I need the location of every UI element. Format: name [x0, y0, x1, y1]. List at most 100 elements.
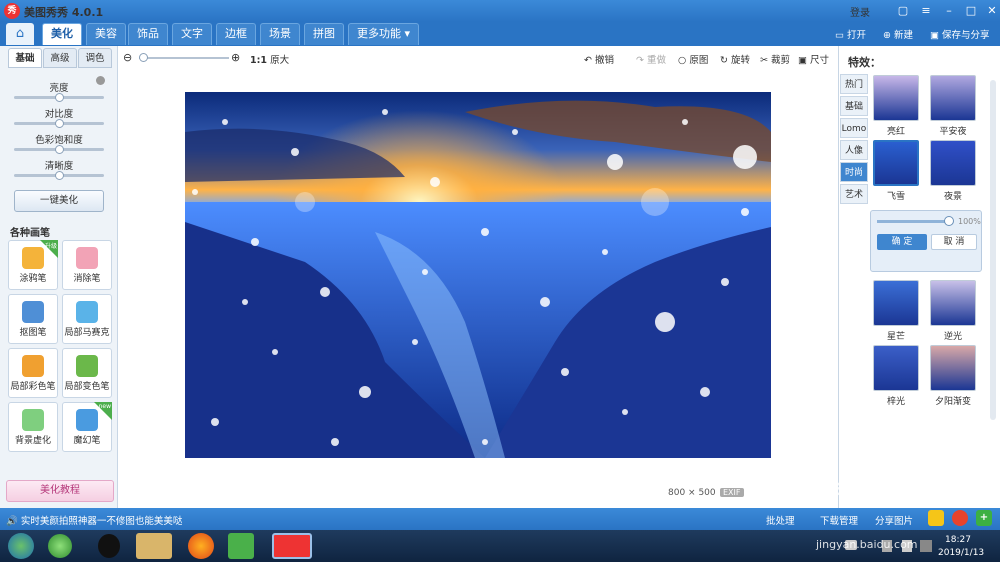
browser-icon[interactable]: [48, 534, 72, 558]
tool-2[interactable]: ○ 原图: [678, 52, 708, 66]
effect-category-0[interactable]: 热门: [840, 74, 868, 94]
effect-label: 平安夜: [939, 127, 967, 137]
tool-3[interactable]: ↻ 旋转: [720, 52, 750, 66]
nav-tab-0[interactable]: 美化: [42, 23, 82, 45]
qq-icon[interactable]: [98, 534, 120, 558]
brush-item[interactable]: 局部马赛克: [62, 294, 112, 344]
effect-label: 飞雪: [886, 192, 905, 202]
effect-strength-value: 100%: [958, 217, 981, 226]
original-size-label: 原大: [270, 55, 290, 66]
brush-label: 局部马赛克: [64, 328, 110, 338]
tool-0[interactable]: ↶ 撤销: [584, 52, 614, 66]
tool-5[interactable]: ▣ 尺寸: [798, 52, 829, 66]
slider-knob[interactable]: [55, 171, 64, 180]
login-link[interactable]: 登录: [850, 4, 870, 19]
effect-thumbnail[interactable]: [930, 75, 976, 121]
open-button[interactable]: ▭ 打开: [835, 27, 866, 41]
effect-category-5[interactable]: 艺术: [840, 184, 868, 204]
brush-item[interactable]: 局部彩色笔: [8, 348, 58, 398]
effect-thumbnail[interactable]: [873, 345, 919, 391]
clock-date[interactable]: 2019/1/13: [938, 548, 984, 558]
file-explorer-icon[interactable]: [136, 533, 172, 559]
nav-tab-4[interactable]: 边框: [216, 23, 256, 45]
home-icon[interactable]: ⌂: [6, 23, 34, 45]
effect-thumbnail[interactable]: [873, 75, 919, 121]
clock-time[interactable]: 18:27: [945, 535, 971, 545]
meitu-taskbar-icon[interactable]: [272, 533, 312, 559]
brush-icon: [22, 301, 44, 323]
minimize-icon[interactable]: –: [941, 3, 957, 19]
tool-4[interactable]: ✂ 裁剪: [760, 52, 790, 66]
download-manager-button[interactable]: 下载管理: [820, 513, 858, 527]
photo-image: [185, 92, 771, 458]
one-click-beautify-button[interactable]: 一键美化: [14, 190, 104, 212]
effect-strength-slider[interactable]: [877, 220, 949, 223]
zoom-out-icon[interactable]: ⊖: [123, 51, 132, 64]
share-image-button[interactable]: 分享图片: [875, 513, 913, 527]
effect-cancel-button[interactable]: 取 消: [931, 234, 977, 250]
effect-strength-knob[interactable]: [944, 216, 954, 226]
nav-tab-6[interactable]: 拼图: [304, 23, 344, 45]
slider-knob[interactable]: [55, 119, 64, 128]
tab-color[interactable]: 调色: [78, 48, 112, 68]
tool-1[interactable]: ↷ 重做: [636, 52, 666, 66]
nav-tab-3[interactable]: 文字: [172, 23, 212, 45]
effect-thumbnail[interactable]: [873, 280, 919, 326]
effect-category-1[interactable]: 基础: [840, 96, 868, 116]
tab-advanced[interactable]: 高级: [43, 48, 77, 68]
effect-thumbnail[interactable]: [873, 140, 919, 186]
effect-category-3[interactable]: 人像: [840, 140, 868, 160]
batch-button[interactable]: 批处理: [766, 513, 795, 527]
brush-item[interactable]: 涂鸦笔 升级: [8, 240, 58, 290]
effect-category-2[interactable]: Lomo: [840, 118, 868, 138]
tool-icon: ↶: [584, 55, 595, 66]
zoom-ratio[interactable]: 1:1 原大: [250, 52, 289, 66]
zoom-slider-knob[interactable]: [139, 53, 148, 62]
tab-basic[interactable]: 基础: [8, 48, 42, 68]
start-button[interactable]: [8, 533, 34, 559]
menu-icon[interactable]: ≡: [918, 3, 934, 19]
tutorial-button[interactable]: 美化教程: [6, 480, 114, 502]
slider-knob[interactable]: [55, 93, 64, 102]
tool-icon: ↻: [720, 55, 731, 66]
effect-category-4[interactable]: 时尚: [840, 162, 868, 182]
effect-thumbnail[interactable]: [930, 140, 976, 186]
effect-confirm-button[interactable]: 确 定: [877, 234, 927, 250]
new-button[interactable]: ⊕ 新建: [883, 27, 913, 41]
brush-icon: [76, 247, 98, 269]
zoom-in-icon[interactable]: ⊕: [231, 51, 240, 64]
video-player-icon[interactable]: [228, 533, 254, 559]
nav-tab-7[interactable]: 更多功能 ▾: [348, 23, 420, 45]
brush-icon: [22, 409, 44, 431]
tool-icon: ↷: [636, 55, 647, 66]
zoom-slider[interactable]: [139, 57, 229, 59]
nav-tab-5[interactable]: 场景: [260, 23, 300, 45]
nav-tab-2[interactable]: 饰品: [128, 23, 168, 45]
effect-thumbnail[interactable]: [930, 280, 976, 326]
status-message[interactable]: 🔊 实时美颜拍照神器一不修图也能美美哒: [6, 513, 182, 527]
nav-tab-1[interactable]: 美容: [86, 23, 126, 45]
star-icon[interactable]: [928, 510, 944, 526]
language-icon[interactable]: [920, 540, 932, 552]
close-icon[interactable]: ✕: [984, 3, 1000, 19]
firefox-icon[interactable]: [188, 533, 214, 559]
save-share-button[interactable]: ▣ 保存与分享: [930, 27, 990, 41]
brush-item[interactable]: 抠图笔: [8, 294, 58, 344]
tool-icon: ▣: [798, 55, 810, 66]
slider-label: 亮度: [49, 83, 69, 94]
maximize-icon[interactable]: □: [963, 3, 979, 19]
brush-item[interactable]: 消除笔: [62, 240, 112, 290]
slider-knob[interactable]: [55, 145, 64, 154]
brush-item[interactable]: 魔幻笔 new: [62, 402, 112, 452]
photo-canvas[interactable]: [185, 92, 771, 458]
exif-button[interactable]: EXIF: [720, 488, 744, 497]
feedback-icon[interactable]: ▢: [895, 3, 911, 19]
add-icon[interactable]: +: [976, 510, 992, 526]
brush-item[interactable]: 局部变色笔: [62, 348, 112, 398]
effect-thumbnail[interactable]: [930, 345, 976, 391]
effects-scrollbar[interactable]: [990, 80, 996, 420]
baidu-watermark-logo: Baidu 经验: [815, 476, 938, 501]
save-share-label: 保存与分享: [942, 30, 990, 41]
weibo-icon[interactable]: [952, 510, 968, 526]
brush-item[interactable]: 背景虚化: [8, 402, 58, 452]
